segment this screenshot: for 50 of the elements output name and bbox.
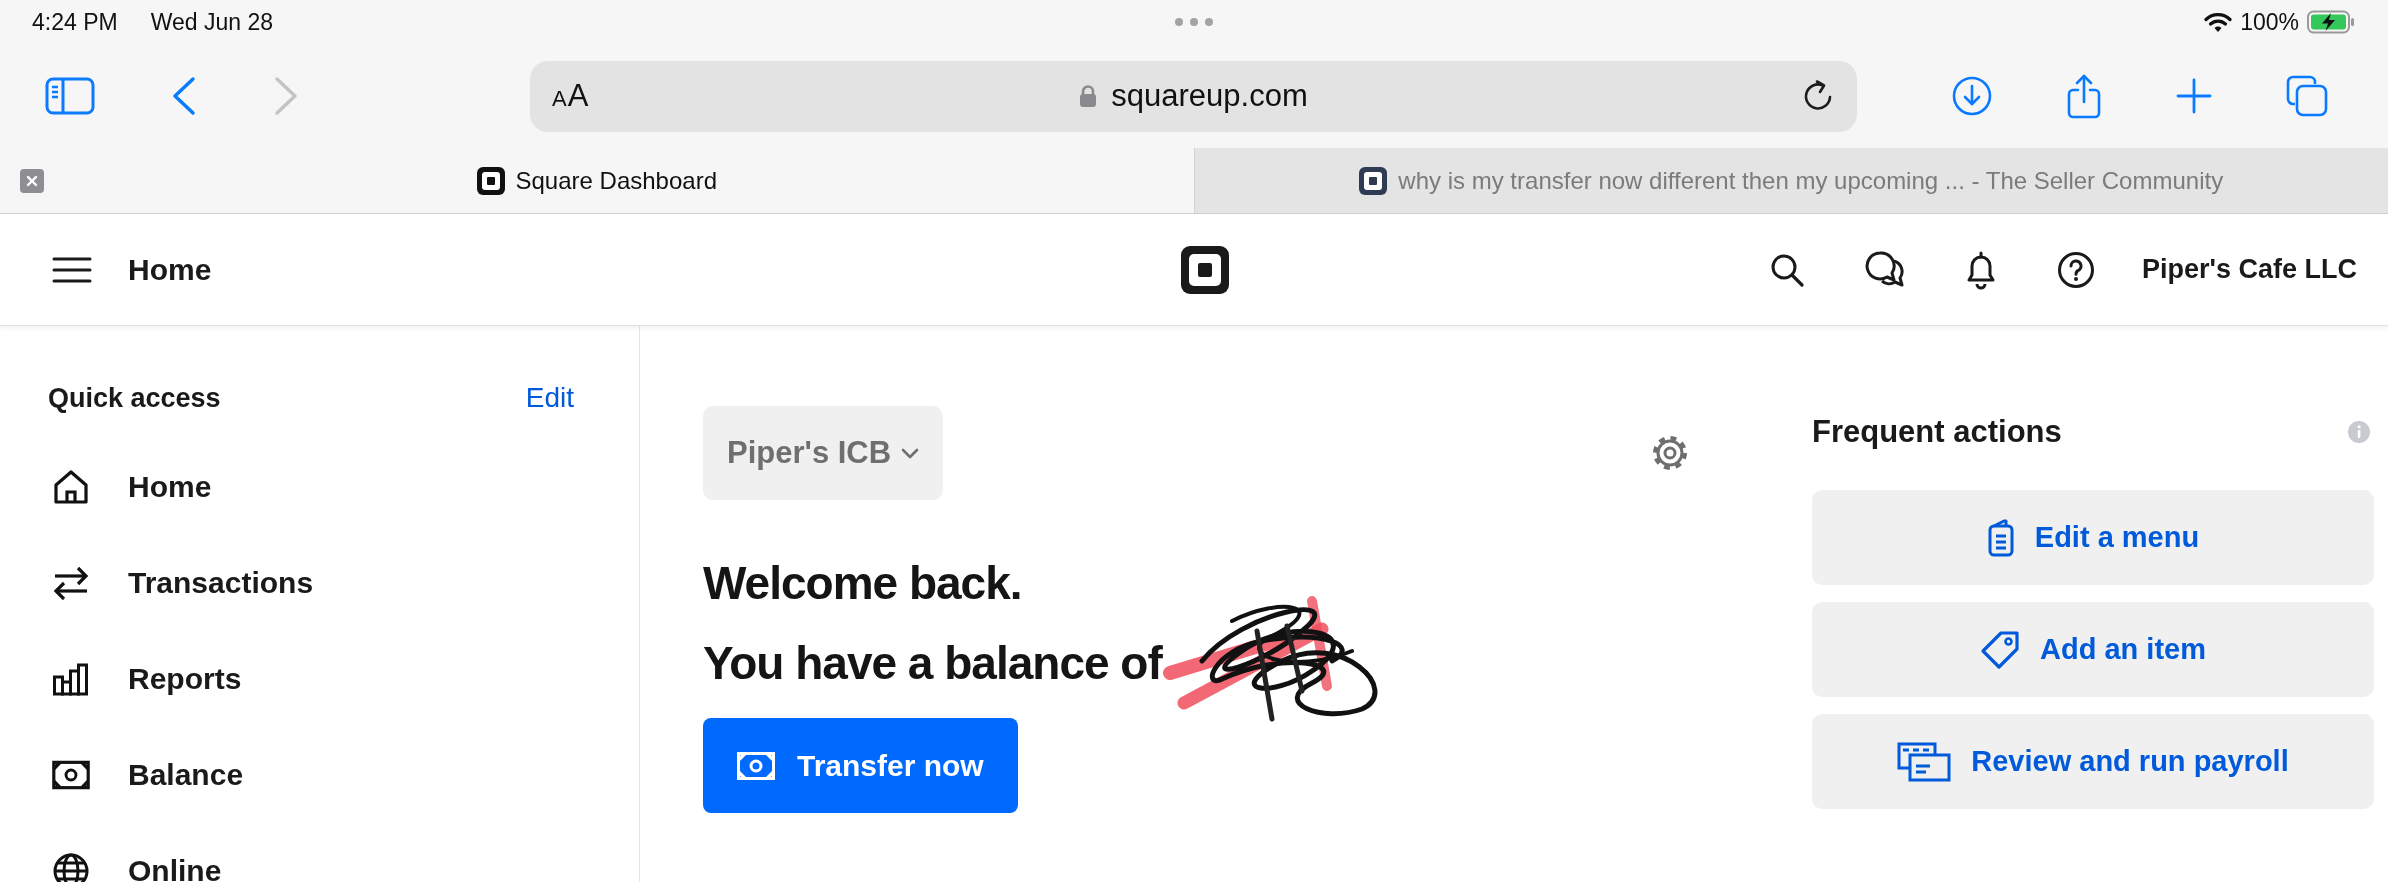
balance-text: You have a balance of <box>703 636 1162 691</box>
status-time: 4:24 PM <box>32 8 118 36</box>
browser-tab[interactable]: Square Dashboard <box>0 148 1194 213</box>
help-icon[interactable] <box>2057 250 2095 289</box>
lock-icon <box>1079 84 1098 108</box>
plus-icon[interactable] <box>2176 78 2212 114</box>
banknote-icon <box>52 759 90 791</box>
location-dropdown[interactable]: Piper's ICB <box>703 406 944 500</box>
action-button[interactable]: Edit a menu <box>1812 490 2374 585</box>
url-text: squareup.com <box>1111 78 1308 114</box>
transfer-button[interactable]: Transfer now <box>703 718 1018 813</box>
logo-icon[interactable] <box>1180 245 1229 294</box>
battery-icon <box>2307 10 2355 34</box>
account-button[interactable]: Piper's Cafe LLC <box>2142 254 2357 285</box>
wifi-icon <box>2204 11 2233 33</box>
dots-icon[interactable] <box>1173 17 1214 27</box>
nav-item[interactable]: Transactions <box>48 535 574 631</box>
section-heading: Frequent actions <box>1812 414 2062 450</box>
reader-button[interactable]: AA <box>552 78 589 114</box>
document-icon <box>1986 518 2015 557</box>
receipts-icon <box>1897 741 1952 782</box>
action-button[interactable]: Review and run payroll <box>1812 714 2374 809</box>
menu-icon[interactable] <box>52 255 92 284</box>
status-date: Wed Jun 28 <box>150 8 273 36</box>
house-icon <box>52 468 90 506</box>
settings-icon[interactable] <box>1650 433 1690 473</box>
battery-percent: 100% <box>2240 8 2299 36</box>
greeting-heading: Welcome back. <box>703 556 1022 611</box>
nav-item[interactable]: Reports <box>48 631 574 727</box>
swap-arrows-icon <box>52 564 90 602</box>
tabs-icon[interactable] <box>2286 75 2328 117</box>
banknote-icon <box>737 751 775 780</box>
edit-link[interactable]: Edit <box>525 382 574 414</box>
tag-icon <box>1980 629 2020 670</box>
favicon-icon <box>476 166 505 195</box>
nav-item[interactable]: Online <box>48 823 574 882</box>
nav-item[interactable]: Home <box>48 439 574 535</box>
address-bar[interactable]: AA squareup.com <box>530 60 1857 132</box>
favicon-icon <box>1359 166 1388 195</box>
back-icon[interactable] <box>171 76 197 116</box>
nav-item[interactable]: Balance <box>48 727 574 823</box>
close-icon[interactable] <box>20 168 44 193</box>
page-title: Home <box>128 252 212 287</box>
download-icon[interactable] <box>1952 76 1992 116</box>
action-button[interactable]: Add an item <box>1812 602 2374 697</box>
globe-icon <box>52 852 90 882</box>
sidebar-icon[interactable] <box>45 77 95 115</box>
share-icon[interactable] <box>2066 73 2102 119</box>
chevron-down-icon <box>901 447 920 459</box>
section-heading: Quick access <box>48 382 221 414</box>
